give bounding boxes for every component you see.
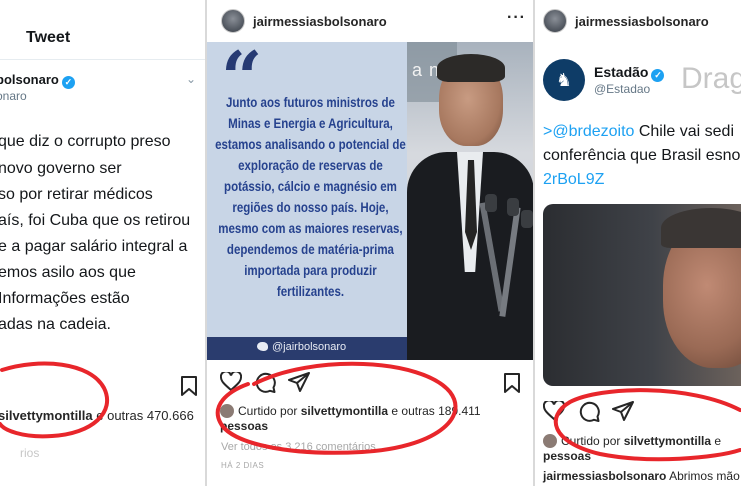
twitter-tweet-panel: Tweet bolsonaro✓ onaro ⌄ que diz o corru… — [0, 0, 206, 486]
embedded-tweet-text: >@brdezoito Chile vai sedi conferência q… — [543, 120, 740, 192]
embedded-photo — [543, 204, 741, 386]
liked-by-user[interactable]: silvettymontilla — [0, 408, 93, 423]
watermark-text: Drag — [681, 62, 741, 95]
comment-icon[interactable] — [578, 401, 600, 427]
tweet-header: Tweet — [0, 0, 206, 60]
tweet-author-handle: onaro — [0, 89, 27, 103]
likes-people-label: pessoas — [220, 419, 269, 433]
tweet-author-name[interactable]: bolsonaro ✓ — [0, 72, 75, 89]
instagram-post-middle: jairmessiasbolsonaro ··· a nos “ Junto a… — [207, 0, 534, 486]
embedded-tweet-card: ♞ Estadão ✓ @Estadao Drag >@brdezoito Chi… — [535, 42, 741, 392]
outlet-name[interactable]: Estadão ✓ — [594, 64, 665, 82]
verified-badge-icon: ✓ — [651, 69, 665, 82]
quote-credit: @jairbolsonaro — [257, 341, 346, 353]
tweet-text-line: Chile vai sedi — [634, 123, 735, 140]
post-date: HÁ 2 DIAS — [221, 461, 265, 470]
quote-text: Junto aos futuros ministros de Minas e E… — [215, 95, 406, 299]
likes-count-text: e outras 470.666 — [92, 408, 194, 423]
like-heart-icon[interactable] — [219, 370, 243, 397]
tweet-text-line: novo governo ser — [0, 160, 122, 177]
caption-username[interactable]: jairmessiasbolsonaro — [543, 469, 666, 483]
outlet-name-label: Estadão — [594, 64, 649, 80]
share-icon[interactable] — [612, 401, 634, 426]
bookmark-icon[interactable] — [179, 375, 199, 402]
tweet-text-line: Informações estão — [0, 290, 130, 307]
liker-avatar — [543, 434, 557, 448]
microphone-icon — [521, 210, 533, 228]
caption-text: Abrimos mão — [666, 469, 740, 483]
tweet-text-line: que diz o corrupto preso — [0, 133, 171, 150]
microphone-icon — [485, 194, 497, 212]
tweet-text-line: conferência que Brasil esno — [543, 147, 741, 164]
person-hair — [437, 54, 505, 82]
verified-badge-icon: ✓ — [61, 76, 75, 89]
liked-by-prefix: Curtido por — [561, 434, 624, 448]
instagram-post-right: jairmessiasbolsonaro ♞ Estadão ✓ @Estadao… — [535, 0, 741, 486]
comment-icon[interactable] — [254, 372, 276, 398]
post-caption: jairmessiasbolsonaro Abrimos mão — [543, 469, 740, 483]
microphone-icon — [507, 198, 519, 216]
tweet-text-line: emos asilo aos que — [0, 264, 136, 281]
like-heart-icon[interactable] — [542, 399, 566, 426]
likes-count-text: e — [711, 434, 722, 448]
quote-credit-handle: @jairbolsonaro — [272, 341, 347, 353]
estadao-logo-icon: ♞ — [543, 59, 585, 101]
share-icon[interactable] — [288, 372, 310, 397]
tweet-text-line: so por retirar médicos — [0, 186, 153, 203]
more-options-icon[interactable]: ··· — [507, 9, 526, 27]
post-username[interactable]: jairmessiasbolsonaro — [575, 14, 709, 29]
likes-count-text: e outras 189.411 — [388, 404, 481, 418]
liked-by-user[interactable]: silvettymontilla — [301, 404, 388, 418]
tweet-text-line: aís, foi Cuba que os retirou — [0, 212, 191, 229]
short-link[interactable]: 2rBoL9Z — [543, 171, 604, 188]
likes-summary[interactable]: Curtido por silvettymontilla e outras 18… — [220, 404, 520, 434]
liked-by-prefix: Curtido por — [238, 404, 301, 418]
tweet-text-line: adas na cadeia. — [0, 316, 111, 333]
liked-by-user[interactable]: silvettymontilla — [624, 434, 711, 448]
faded-comments-text: rios — [20, 446, 40, 460]
likes-summary[interactable]: silvettymontilla e outras 470.666 — [0, 408, 194, 423]
post-header: jairmessiasbolsonaro ··· — [207, 0, 534, 42]
avatar[interactable] — [221, 9, 245, 33]
likes-summary[interactable]: Curtido por silvettymontilla e pessoas — [543, 434, 741, 464]
liker-avatar — [220, 404, 234, 418]
tweet-author-label: bolsonaro — [0, 72, 59, 87]
chevron-down-icon[interactable]: ⌄ — [186, 72, 196, 86]
mention-link[interactable]: >@brdezoito — [543, 123, 634, 140]
outlet-handle: @Estadao — [594, 82, 651, 96]
post-username[interactable]: jairmessiasbolsonaro — [253, 14, 387, 29]
likes-people-label: pessoas — [543, 449, 592, 463]
post-header: jairmessiasbolsonaro — [535, 0, 741, 42]
avatar[interactable] — [543, 9, 567, 33]
tweet-header-title: Tweet — [26, 29, 71, 46]
tweet-text-line: e a pagar salário integral a — [0, 238, 188, 255]
view-comments-link[interactable]: Ver todos os 3.216 comentários — [221, 441, 376, 453]
bookmark-icon[interactable] — [502, 372, 522, 399]
twitter-bird-icon — [257, 342, 268, 351]
person-hair — [661, 208, 741, 248]
post-image-quote: a nos “ Junto aos futuros ministros de M… — [207, 42, 534, 360]
